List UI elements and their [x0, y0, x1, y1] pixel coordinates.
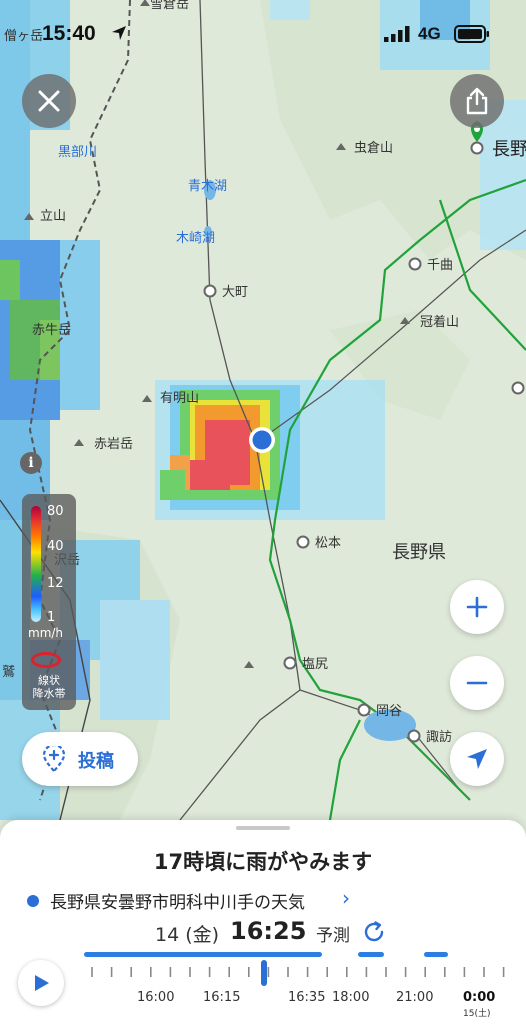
- current-location-button[interactable]: [450, 732, 504, 786]
- status-time: 15:40: [42, 22, 96, 45]
- legend-tick: 40: [47, 539, 64, 554]
- plus-icon: [466, 596, 488, 618]
- place-kizaki-lake: 木崎湖: [176, 231, 215, 246]
- svg-text:青木湖: 青木湖: [188, 179, 227, 194]
- linear-rainband-icon: [31, 652, 61, 668]
- svg-text:松本: 松本: [315, 536, 341, 551]
- svg-text:有明山: 有明山: [160, 391, 199, 406]
- svg-text:木崎湖: 木崎湖: [176, 231, 215, 246]
- place-aoki-lake: 青木湖: [188, 179, 227, 194]
- svg-text:赤牛岳: 赤牛岳: [32, 323, 71, 338]
- svg-text:虫倉山: 虫倉山: [354, 141, 393, 156]
- timeline-slider[interactable]: [0, 820, 526, 1024]
- legend-tick: 80: [47, 504, 64, 519]
- close-button[interactable]: [22, 74, 76, 128]
- timeline-sublabel: 15(土): [463, 1009, 491, 1019]
- place-kurobegawa: 黒部川: [58, 145, 97, 160]
- timeline-label: 16:15: [203, 990, 241, 1005]
- navigation-arrow-icon: [467, 749, 487, 769]
- timeline-label: 18:00: [332, 990, 370, 1005]
- svg-text:諏訪: 諏訪: [426, 729, 452, 745]
- legend-unit: mm/h: [28, 626, 64, 640]
- svg-text:千曲: 千曲: [427, 258, 453, 273]
- legend-tick: 12: [47, 576, 64, 591]
- info-icon[interactable]: i: [20, 452, 42, 474]
- timeline-label: 16:00: [137, 990, 175, 1005]
- post-pin-icon: [42, 746, 66, 773]
- place-akaushi: 赤牛岳: [32, 323, 71, 338]
- post-button[interactable]: 投稿: [22, 732, 138, 786]
- share-icon: [466, 87, 488, 115]
- network-type: 4G: [418, 24, 441, 43]
- status-bar: 15:40 4G: [0, 0, 526, 62]
- close-icon: [38, 90, 60, 112]
- post-button-label: 投稿: [78, 751, 114, 772]
- svg-text:赤岩岳: 赤岩岳: [94, 437, 133, 452]
- svg-text:長野: 長野: [492, 139, 526, 160]
- battery-icon: [454, 25, 489, 43]
- svg-text:鷲: 鷲: [2, 665, 15, 680]
- zoom-out-button[interactable]: [450, 656, 504, 710]
- linear-rainband-label: 線状 降水帯: [32, 674, 66, 700]
- signal-bars-icon: [384, 26, 410, 42]
- zoom-in-button[interactable]: [450, 580, 504, 634]
- timeline-label: 16:35: [288, 990, 326, 1005]
- current-location-marker: [249, 427, 275, 453]
- svg-text:岡谷: 岡谷: [376, 704, 402, 719]
- timeline-label: 0:00: [463, 990, 496, 1005]
- minus-icon: [466, 681, 488, 685]
- legend-tick: 1: [47, 610, 56, 625]
- svg-text:塩尻: 塩尻: [302, 657, 328, 672]
- legend-color-scale: [31, 506, 41, 622]
- svg-text:黒部川: 黒部川: [58, 145, 97, 160]
- svg-text:冠着山: 冠着山: [420, 314, 459, 330]
- svg-text:長野県: 長野県: [392, 542, 446, 563]
- timeline-thumb[interactable]: [261, 960, 267, 986]
- place-nagano-pref: 長野県: [392, 542, 446, 563]
- timeline-label: 21:00: [396, 990, 434, 1005]
- svg-text:大町: 大町: [222, 285, 248, 300]
- share-button[interactable]: [450, 74, 504, 128]
- precipitation-legend: 80 40 12 1 mm/h 線状 降水帯: [22, 494, 76, 710]
- svg-text:立山: 立山: [40, 209, 66, 224]
- location-arrow-icon: [112, 26, 126, 40]
- forecast-sheet: 17時頃に雨がやみます 長野県安曇野市明科中川手の天気 › 14 (金) 16:…: [0, 820, 526, 1024]
